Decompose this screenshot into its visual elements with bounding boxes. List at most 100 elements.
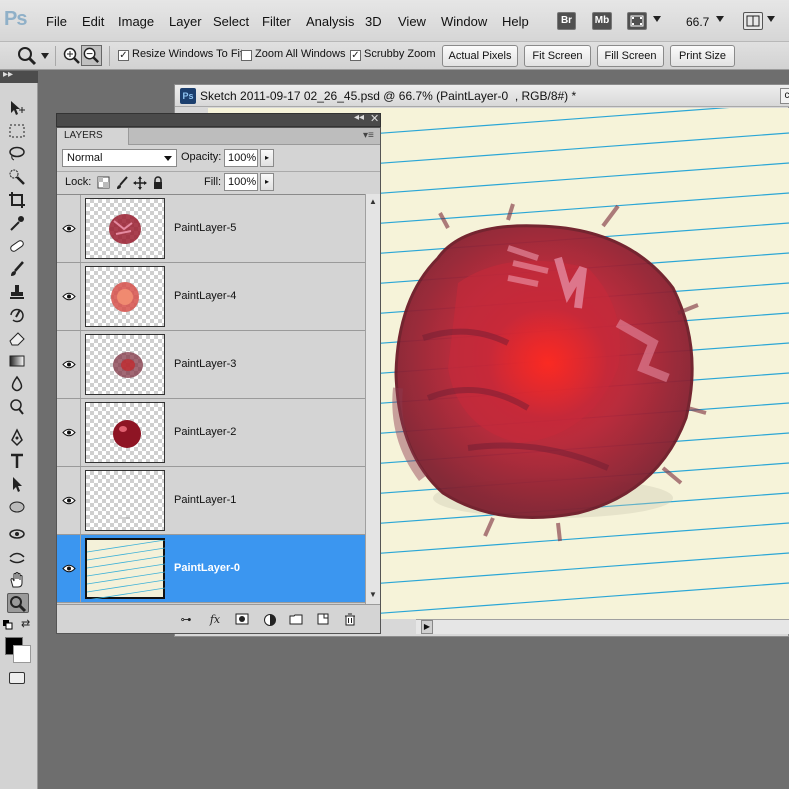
- new-layer-icon[interactable]: [315, 613, 331, 627]
- pen-tool[interactable]: [7, 428, 29, 448]
- link-icon[interactable]: ⊶: [178, 613, 194, 627]
- hand-icon: [10, 572, 23, 588]
- default-colors-icon[interactable]: [3, 619, 13, 630]
- layer-row[interactable]: PaintLayer-3: [57, 331, 365, 399]
- path-selection-tool[interactable]: [7, 474, 29, 494]
- layer-row[interactable]: PaintLayer-5: [57, 195, 365, 263]
- shape-tool[interactable]: [7, 497, 29, 517]
- layers-list: PaintLayer-5 PaintLayer-4 PaintLayer-3 P…: [57, 194, 365, 604]
- swap-colors-icon[interactable]: ⇄: [21, 618, 33, 630]
- move-tool[interactable]: [7, 98, 29, 118]
- crop-tool[interactable]: [7, 190, 29, 210]
- menu-view[interactable]: View: [398, 14, 426, 29]
- menu-filter[interactable]: Filter: [262, 14, 291, 29]
- healing-brush-tool[interactable]: [7, 236, 29, 256]
- fill-screen-button[interactable]: Fill Screen: [597, 45, 664, 67]
- menu-select[interactable]: Select: [213, 14, 249, 29]
- layer-mask-icon[interactable]: [234, 613, 250, 627]
- scroll-up-icon[interactable]: ▲: [369, 197, 377, 206]
- visibility-toggle[interactable]: [57, 195, 81, 262]
- collapse-icon[interactable]: ◂◂: [354, 112, 364, 123]
- marquee-tool[interactable]: [7, 121, 29, 141]
- zoom-tool[interactable]: [7, 593, 29, 613]
- trash-icon[interactable]: [342, 613, 358, 627]
- group-icon[interactable]: [288, 613, 304, 627]
- zoom-level[interactable]: 66.7: [686, 15, 709, 29]
- tools-panel-header[interactable]: ▸▸: [0, 69, 38, 83]
- opacity-field[interactable]: 100%: [224, 149, 258, 167]
- visibility-toggle[interactable]: [57, 467, 81, 534]
- eyedropper-tool[interactable]: [7, 213, 29, 233]
- menu-3d[interactable]: 3D: [365, 14, 382, 29]
- menu-image[interactable]: Image: [118, 14, 154, 29]
- print-size-button[interactable]: Print Size: [670, 45, 735, 67]
- layer-row[interactable]: PaintLayer-1: [57, 467, 365, 535]
- adjustment-layer-icon[interactable]: [262, 613, 278, 627]
- blur-tool[interactable]: [7, 374, 29, 394]
- 3d-orbit-tool[interactable]: [7, 547, 29, 567]
- resize-windows-checkbox[interactable]: ✓: [118, 50, 129, 61]
- expand-icon[interactable]: ▸▸: [3, 69, 13, 80]
- visibility-toggle[interactable]: [57, 263, 81, 330]
- quick-selection-tool[interactable]: [7, 167, 29, 187]
- layer-row[interactable]: PaintLayer-2: [57, 399, 365, 467]
- scroll-right-arrow[interactable]: ▶: [421, 620, 433, 634]
- chevron-down-icon[interactable]: [767, 16, 775, 22]
- arrange-documents-button[interactable]: [743, 12, 763, 30]
- chevron-down-icon[interactable]: [41, 53, 49, 59]
- gradient-tool[interactable]: [7, 351, 29, 371]
- layers-panel-header[interactable]: ◂◂ ✕: [56, 112, 381, 127]
- fill-slider-arrow[interactable]: ▸: [260, 173, 274, 191]
- close-document-button[interactable]: c: [780, 88, 789, 104]
- panel-menu-icon[interactable]: ▾≡: [363, 130, 374, 141]
- fx-icon[interactable]: fx: [207, 613, 223, 627]
- brush-tool[interactable]: [7, 259, 29, 279]
- history-brush-tool[interactable]: [7, 305, 29, 325]
- visibility-toggle[interactable]: [57, 535, 81, 602]
- background-color-swatch[interactable]: [13, 645, 31, 663]
- view-extras-button[interactable]: [627, 12, 647, 30]
- bridge-button[interactable]: Br: [557, 12, 576, 30]
- zoom-in-button[interactable]: [62, 46, 82, 66]
- menu-layer[interactable]: Layer: [169, 14, 202, 29]
- tab-layers[interactable]: LAYERS: [57, 128, 129, 145]
- close-icon[interactable]: ✕: [370, 112, 379, 125]
- lock-pixels-icon[interactable]: [115, 176, 129, 190]
- horizontal-scrollbar[interactable]: ◂: [416, 619, 789, 634]
- visibility-toggle[interactable]: [57, 331, 81, 398]
- fill-field[interactable]: 100%: [224, 173, 258, 191]
- actual-pixels-button[interactable]: Actual Pixels: [442, 45, 518, 67]
- quick-mask-button[interactable]: [9, 672, 25, 684]
- lasso-tool[interactable]: [7, 144, 29, 164]
- lock-transparent-icon[interactable]: [97, 176, 111, 190]
- eraser-tool[interactable]: [7, 328, 29, 348]
- hand-tool[interactable]: [7, 570, 29, 590]
- layer-row[interactable]: PaintLayer-4: [57, 263, 365, 331]
- scrubby-zoom-checkbox[interactable]: ✓: [350, 50, 361, 61]
- 3d-rotate-tool[interactable]: [7, 524, 29, 544]
- document-tab[interactable]: Ps Sketch 2011-09-17 02_26_45.psd @ 66.7…: [175, 85, 789, 107]
- fit-screen-button[interactable]: Fit Screen: [524, 45, 591, 67]
- zoom-out-button[interactable]: [81, 45, 102, 66]
- menu-window[interactable]: Window: [441, 14, 487, 29]
- clone-stamp-tool[interactable]: [7, 282, 29, 302]
- zoom-all-windows-checkbox[interactable]: [241, 50, 252, 61]
- opacity-slider-arrow[interactable]: ▸: [260, 149, 274, 167]
- menu-file[interactable]: File: [46, 14, 67, 29]
- menu-edit[interactable]: Edit: [82, 14, 104, 29]
- mini-bridge-button[interactable]: Mb: [592, 12, 612, 30]
- type-tool[interactable]: [7, 451, 29, 471]
- lock-all-icon[interactable]: [151, 176, 165, 190]
- lock-position-icon[interactable]: [133, 176, 147, 190]
- dodge-tool[interactable]: [7, 397, 29, 417]
- blend-mode-dropdown[interactable]: Normal: [62, 149, 177, 167]
- menu-analysis[interactable]: Analysis: [306, 14, 354, 29]
- chevron-down-icon[interactable]: [716, 16, 724, 22]
- chevron-down-icon[interactable]: [653, 16, 661, 22]
- scroll-down-icon[interactable]: ▼: [369, 590, 377, 599]
- zoom-tool-preset[interactable]: [16, 45, 38, 67]
- menu-help[interactable]: Help: [502, 14, 529, 29]
- visibility-toggle[interactable]: [57, 399, 81, 466]
- layer-row[interactable]: PaintLayer-0: [57, 535, 365, 603]
- layers-scrollbar[interactable]: ▲ ▼: [365, 194, 380, 604]
